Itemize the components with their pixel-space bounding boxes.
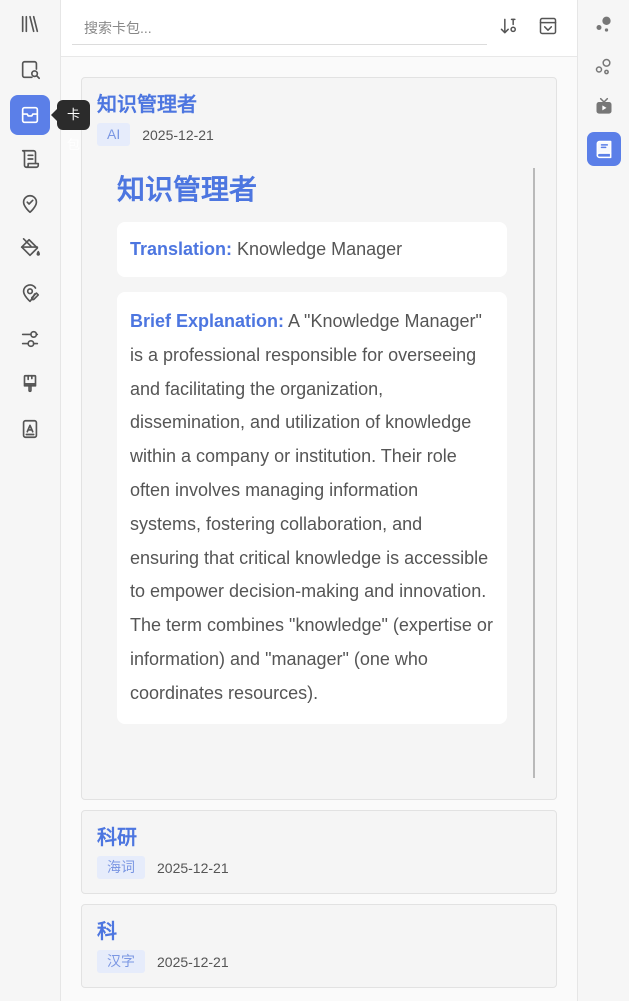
translation-box: Translation: Knowledge Manager xyxy=(117,222,507,277)
card-tag: 汉字 xyxy=(97,950,145,973)
card-item[interactable]: 科 汉字 2025-12-21 xyxy=(81,904,557,988)
card-tag: 海词 xyxy=(97,856,145,879)
sidebar-item-location-check[interactable] xyxy=(10,184,50,224)
sort-button[interactable] xyxy=(497,14,521,38)
collapse-button[interactable] xyxy=(536,14,560,38)
card-title: 科 xyxy=(97,921,117,943)
card-meta: AI 2025-12-21 xyxy=(97,123,541,146)
detail-heading: 知识管理者 xyxy=(117,174,258,205)
sidebar-item-library[interactable] xyxy=(10,4,50,44)
translation-value: Knowledge Manager xyxy=(232,239,403,259)
search-input[interactable] xyxy=(72,11,487,45)
left-sidebar: 卡包 xyxy=(0,0,91,1001)
sidebar-item-contact-book[interactable] xyxy=(10,409,50,449)
circles-icon xyxy=(595,58,611,75)
card-date: 2025-12-21 xyxy=(157,859,229,876)
card-date: 2025-12-21 xyxy=(142,126,214,143)
brush-icon xyxy=(23,374,37,393)
main-panel: 知识管理者 AI 2025-12-21 知识管理者 Translation: K… xyxy=(61,0,577,1001)
card-meta: 海词 2025-12-21 xyxy=(97,856,541,879)
right-rail-item-circles[interactable] xyxy=(587,50,621,84)
right-rail xyxy=(577,0,629,1001)
card-tag: AI xyxy=(97,123,131,146)
card-item[interactable]: 科研 海词 2025-12-21 xyxy=(81,810,557,894)
top-toolbar xyxy=(61,0,577,57)
card-title: 知识管理者 xyxy=(97,94,197,116)
right-rail-item-book[interactable] xyxy=(587,132,621,166)
sort-icon xyxy=(500,18,516,34)
sidebar-item-scroll[interactable] xyxy=(10,139,50,179)
sidebar-item-location-edit[interactable] xyxy=(10,274,50,314)
explanation-box: Brief Explanation: A "Knowledge Manager"… xyxy=(117,292,507,724)
sidebar-item-card-bag[interactable] xyxy=(10,95,50,135)
explanation-label: Brief Explanation: xyxy=(130,311,285,331)
paint-bucket-icon xyxy=(20,238,40,257)
card-item[interactable]: 知识管理者 AI 2025-12-21 知识管理者 Translation: K… xyxy=(81,77,557,800)
sliders-icon xyxy=(21,330,39,348)
location-check-icon xyxy=(22,194,38,214)
card-search-icon xyxy=(21,60,40,80)
sidebar-item-brush[interactable] xyxy=(10,364,50,404)
card-list: 知识管理者 AI 2025-12-21 知识管理者 Translation: K… xyxy=(81,77,557,998)
card-meta: 汉字 2025-12-21 xyxy=(97,950,541,973)
sidebar-item-settings-sliders[interactable] xyxy=(10,319,50,359)
inbox-icon xyxy=(21,106,39,124)
explanation-value: A "Knowledge Manager" is a professional … xyxy=(130,311,493,703)
contact-book-icon xyxy=(22,419,38,439)
bubbles-icon xyxy=(596,16,611,32)
tooltip-card-bag: 卡包 xyxy=(50,100,91,152)
translation-label: Translation: xyxy=(130,239,233,259)
collapse-icon xyxy=(539,17,557,35)
video-icon xyxy=(596,97,612,114)
library-icon xyxy=(21,15,39,33)
scroll-icon xyxy=(21,149,40,169)
location-edit-icon xyxy=(22,284,40,303)
book-icon xyxy=(596,140,612,159)
sidebar-item-card-search[interactable] xyxy=(10,50,50,90)
card-date: 2025-12-21 xyxy=(157,953,229,970)
sidebar-item-paint-bucket[interactable] xyxy=(10,228,50,268)
card-title: 科研 xyxy=(97,827,137,849)
right-rail-item-bubbles[interactable] xyxy=(587,8,621,42)
card-detail: 知识管理者 Translation: Knowledge Manager Bri… xyxy=(117,168,535,778)
right-rail-item-video[interactable] xyxy=(587,90,621,124)
